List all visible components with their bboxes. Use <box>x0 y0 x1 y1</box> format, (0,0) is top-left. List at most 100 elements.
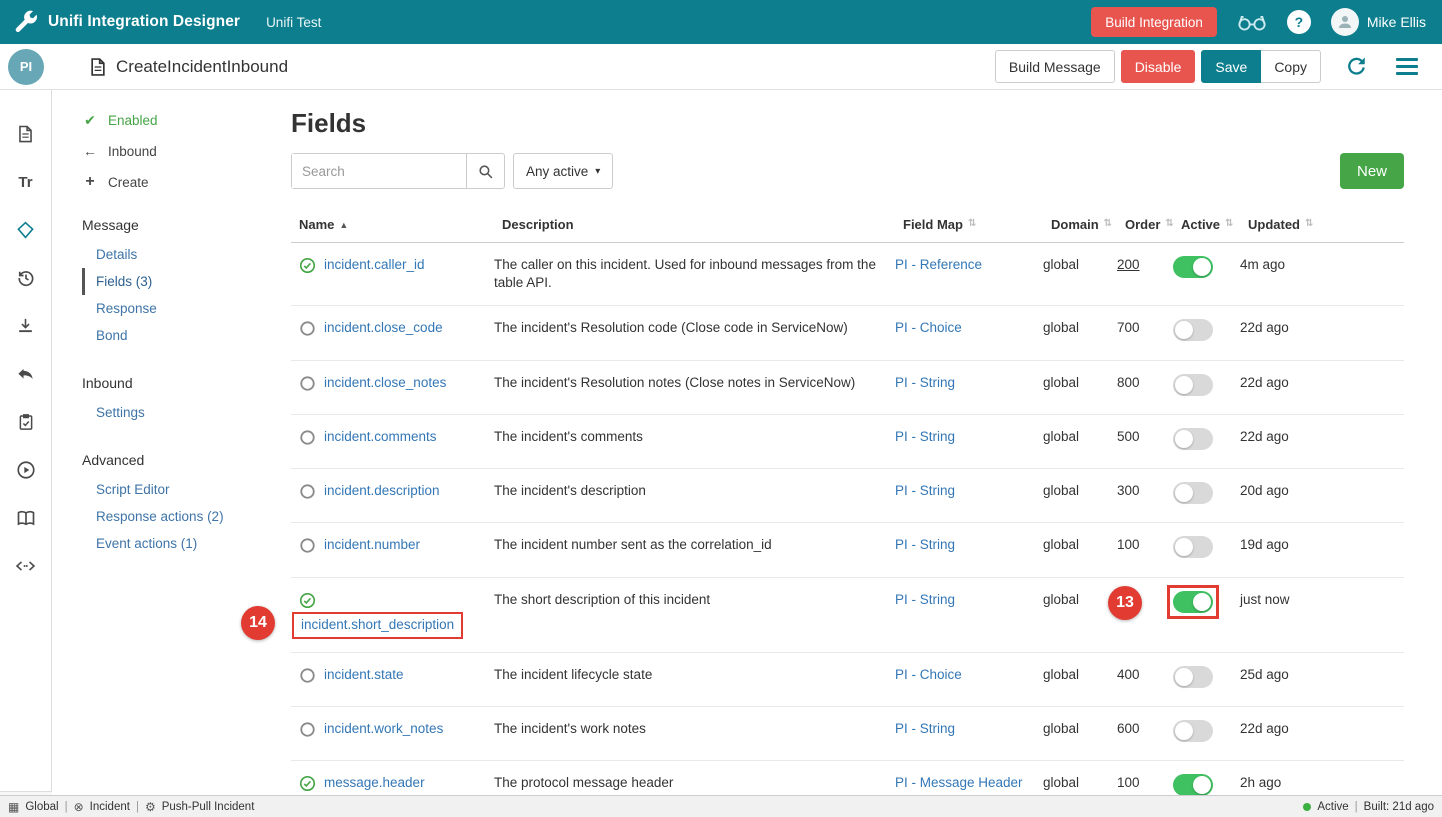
field-name-link[interactable]: incident.caller_id <box>324 256 425 274</box>
column-header-active[interactable]: Active⇅ <box>1173 209 1240 242</box>
field-map-link[interactable]: PI - String <box>895 483 955 498</box>
field-order-value[interactable]: 800 <box>1117 375 1140 390</box>
field-description: The incident number sent as the correlat… <box>494 523 895 576</box>
glasses-icon[interactable] <box>1237 13 1267 32</box>
field-order-value[interactable]: 200 <box>1117 257 1140 272</box>
build-integration-button[interactable]: Build Integration <box>1091 7 1217 37</box>
field-map-link[interactable]: PI - String <box>895 592 955 607</box>
active-toggle[interactable] <box>1173 256 1213 278</box>
field-map-link[interactable]: PI - Message Header <box>895 775 1023 790</box>
status-table[interactable]: Incident <box>90 801 130 813</box>
field-name-link[interactable]: incident.close_notes <box>324 374 446 392</box>
field-domain: global <box>1043 306 1117 359</box>
field-order-value[interactable]: 600 <box>1117 721 1140 736</box>
active-toggle-wrap <box>1173 428 1213 450</box>
field-map-link[interactable]: PI - String <box>895 537 955 552</box>
app-logo[interactable]: Unifi Integration Designer <box>12 9 240 35</box>
search-input[interactable] <box>292 154 466 188</box>
search-button[interactable] <box>466 154 504 188</box>
integration-avatar[interactable]: PI <box>8 49 44 85</box>
diamond-icon[interactable] <box>15 220 37 240</box>
refresh-icon[interactable] <box>1345 55 1368 78</box>
column-header-updated[interactable]: Updated⇅ <box>1240 209 1404 242</box>
active-toggle[interactable] <box>1173 374 1213 396</box>
active-toggle[interactable] <box>1173 666 1213 688</box>
field-map-link[interactable]: PI - String <box>895 429 955 444</box>
field-map-link[interactable]: PI - String <box>895 721 955 736</box>
sidebar-item-bond[interactable]: Bond <box>82 322 290 349</box>
active-toggle[interactable] <box>1173 536 1213 558</box>
field-order-value[interactable]: 700 <box>1117 320 1140 335</box>
sidebar-item-details[interactable]: Details <box>82 241 290 268</box>
active-filter-dropdown[interactable]: Any active ▾ <box>513 153 613 189</box>
active-toggle[interactable] <box>1173 482 1213 504</box>
field-name-link[interactable]: incident.state <box>324 666 404 684</box>
field-name-cell: incident.number <box>291 523 494 576</box>
help-icon[interactable]: ? <box>1287 10 1311 34</box>
undo-icon[interactable] <box>15 364 37 384</box>
sidebar-item-enabled[interactable]: ✔ Enabled <box>82 112 290 129</box>
field-order-value[interactable]: 100 <box>1117 537 1140 552</box>
chevron-down-icon: ▾ <box>595 166 600 177</box>
status-built-label: Built: 21d ago <box>1364 801 1434 813</box>
disable-button[interactable]: Disable <box>1121 50 1196 83</box>
book-icon[interactable] <box>15 508 37 528</box>
download-icon[interactable] <box>15 316 37 336</box>
column-header-domain[interactable]: Domain⇅ <box>1043 209 1117 242</box>
field-name-link[interactable]: incident.comments <box>324 428 437 446</box>
sidebar-item-event-actions[interactable]: Event actions (1) <box>82 530 290 557</box>
field-name-cell: incident.description <box>291 469 494 522</box>
active-toggle[interactable] <box>1173 774 1213 796</box>
user-menu[interactable]: Mike Ellis <box>1331 8 1426 36</box>
field-status-icon <box>299 721 316 738</box>
sidebar-item-script-editor[interactable]: Script Editor <box>82 476 290 503</box>
column-header-description[interactable]: Description <box>494 209 895 242</box>
sidebar-item-response[interactable]: Response <box>82 295 290 322</box>
build-message-button[interactable]: Build Message <box>995 50 1115 83</box>
field-name-link[interactable]: incident.close_code <box>324 319 443 337</box>
sidebar-item-settings[interactable]: Settings <box>82 399 290 426</box>
code-icon[interactable] <box>15 556 37 576</box>
active-toggle[interactable] <box>1173 319 1213 341</box>
active-toggle[interactable] <box>1173 591 1213 613</box>
field-name-link[interactable]: incident.work_notes <box>324 720 443 738</box>
column-header-name[interactable]: Name▲ <box>291 209 494 242</box>
sidebar-item-response-actions[interactable]: Response actions (2) <box>82 503 290 530</box>
sidebar-item-create[interactable]: + Create <box>82 173 290 191</box>
field-domain: global <box>1043 653 1117 706</box>
field-map-link[interactable]: PI - Choice <box>895 667 962 682</box>
active-toggle[interactable] <box>1173 720 1213 742</box>
history-icon[interactable] <box>15 268 37 288</box>
field-name-link[interactable]: incident.description <box>324 482 440 500</box>
sidebar-item-fields[interactable]: Fields (3) <box>82 268 290 295</box>
active-toggle[interactable] <box>1173 428 1213 450</box>
field-map-link[interactable]: PI - Reference <box>895 257 982 272</box>
sort-asc-icon: ▲ <box>339 220 348 230</box>
field-name-link[interactable]: message.header <box>324 774 425 792</box>
field-order-value[interactable]: 100 <box>1117 775 1140 790</box>
column-header-order[interactable]: Order⇅ <box>1117 209 1173 242</box>
field-map-link[interactable]: PI - String <box>895 375 955 390</box>
hamburger-menu-icon[interactable] <box>1396 58 1418 75</box>
file-icon[interactable] <box>15 124 37 144</box>
active-toggle-wrap <box>1173 774 1213 796</box>
field-name-link[interactable]: incident.short_description <box>292 612 463 639</box>
sidebar-item-inbound[interactable]: ← Inbound <box>82 143 290 159</box>
fields-table: Name▲DescriptionField Map⇅Domain⇅Order⇅A… <box>291 209 1404 817</box>
field-order-value[interactable]: 300 <box>1117 483 1140 498</box>
new-button[interactable]: New <box>1340 153 1404 189</box>
text-format-icon[interactable]: Tr <box>15 172 37 192</box>
save-button[interactable]: Save <box>1201 50 1261 83</box>
column-header-field-map[interactable]: Field Map⇅ <box>895 209 1043 242</box>
task-check-icon[interactable] <box>15 412 37 432</box>
status-scope[interactable]: Global <box>25 801 58 813</box>
copy-button[interactable]: Copy <box>1261 50 1321 83</box>
field-order-value[interactable]: 500 <box>1117 429 1140 444</box>
field-order-value[interactable]: 400 <box>1117 667 1140 682</box>
field-name-link[interactable]: incident.number <box>324 536 420 554</box>
status-process[interactable]: Push-Pull Incident <box>162 801 255 813</box>
app-window: Unifi Integration Designer Unifi Test Bu… <box>0 0 1442 817</box>
play-circle-icon[interactable] <box>15 460 37 480</box>
field-status-icon <box>299 257 316 274</box>
field-map-link[interactable]: PI - Choice <box>895 320 962 335</box>
